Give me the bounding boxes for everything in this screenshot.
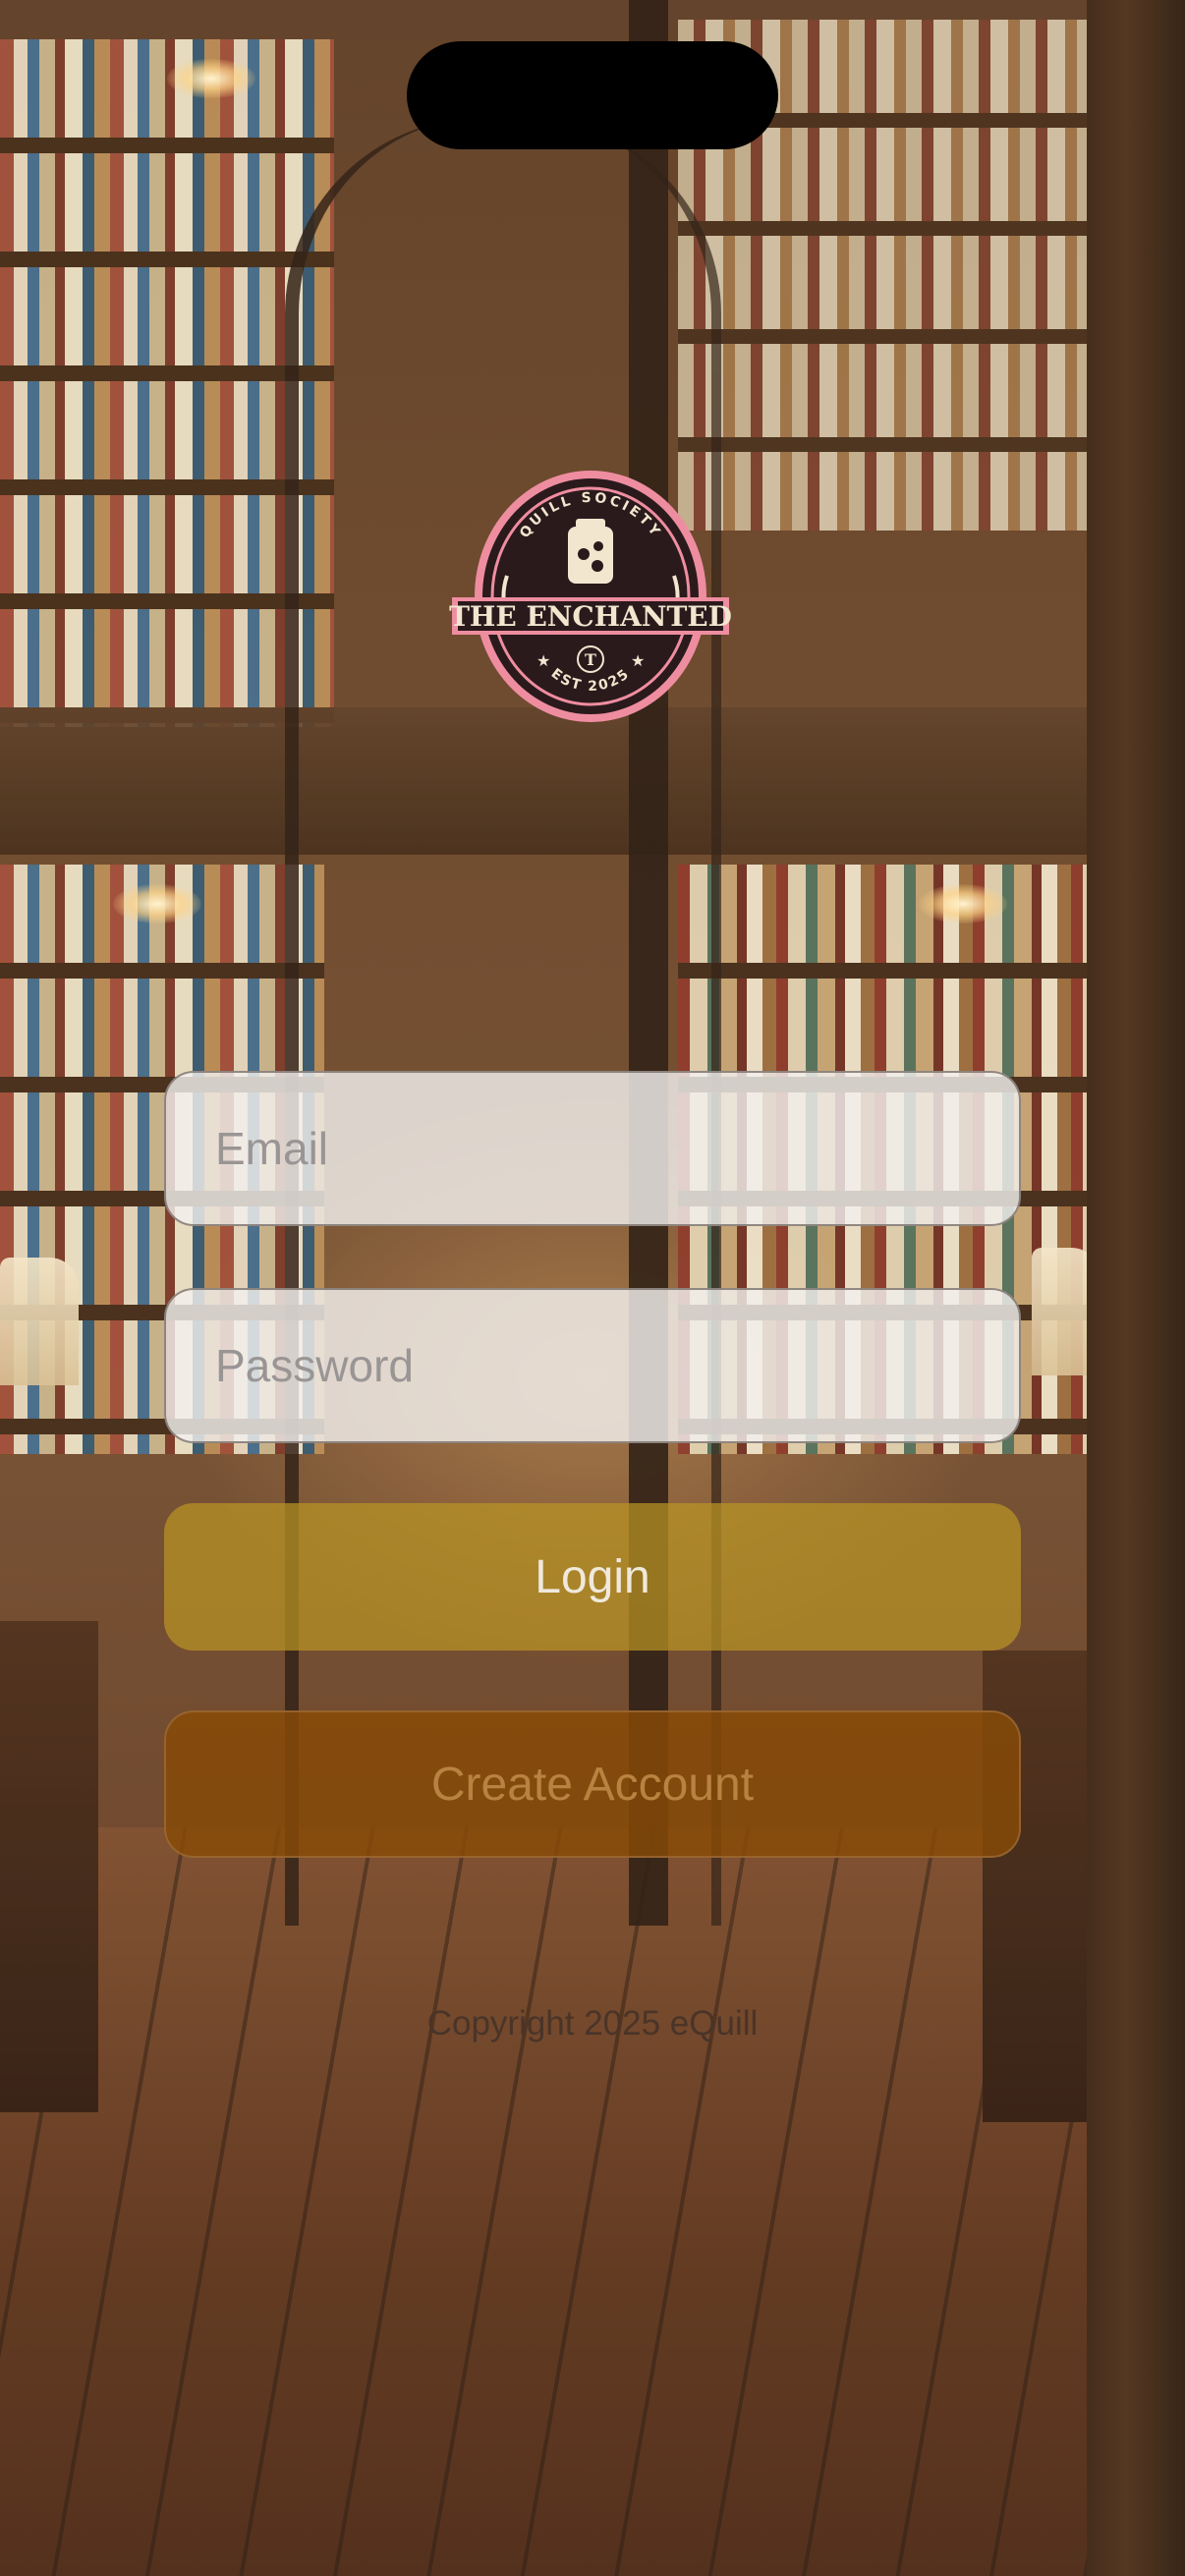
password-field[interactable] (164, 1288, 1021, 1443)
logo-initial: T (585, 650, 596, 669)
login-button[interactable]: Login (164, 1503, 1021, 1651)
create-account-button[interactable]: Create Account (164, 1710, 1021, 1858)
email-input[interactable] (215, 1122, 1019, 1175)
logo-title: THE ENCHANTED (449, 600, 732, 633)
dynamic-island (407, 41, 778, 149)
email-field[interactable] (164, 1071, 1021, 1226)
copyright-text: Copyright 2025 eQuill (426, 2004, 759, 2043)
enchanted-logo-badge: THE ENCHANTED QUILL SOCIETY ★ ★ T EST 20… (448, 468, 733, 725)
password-input[interactable] (215, 1339, 1019, 1392)
svg-text:★: ★ (536, 651, 550, 670)
svg-text:★: ★ (631, 651, 645, 670)
